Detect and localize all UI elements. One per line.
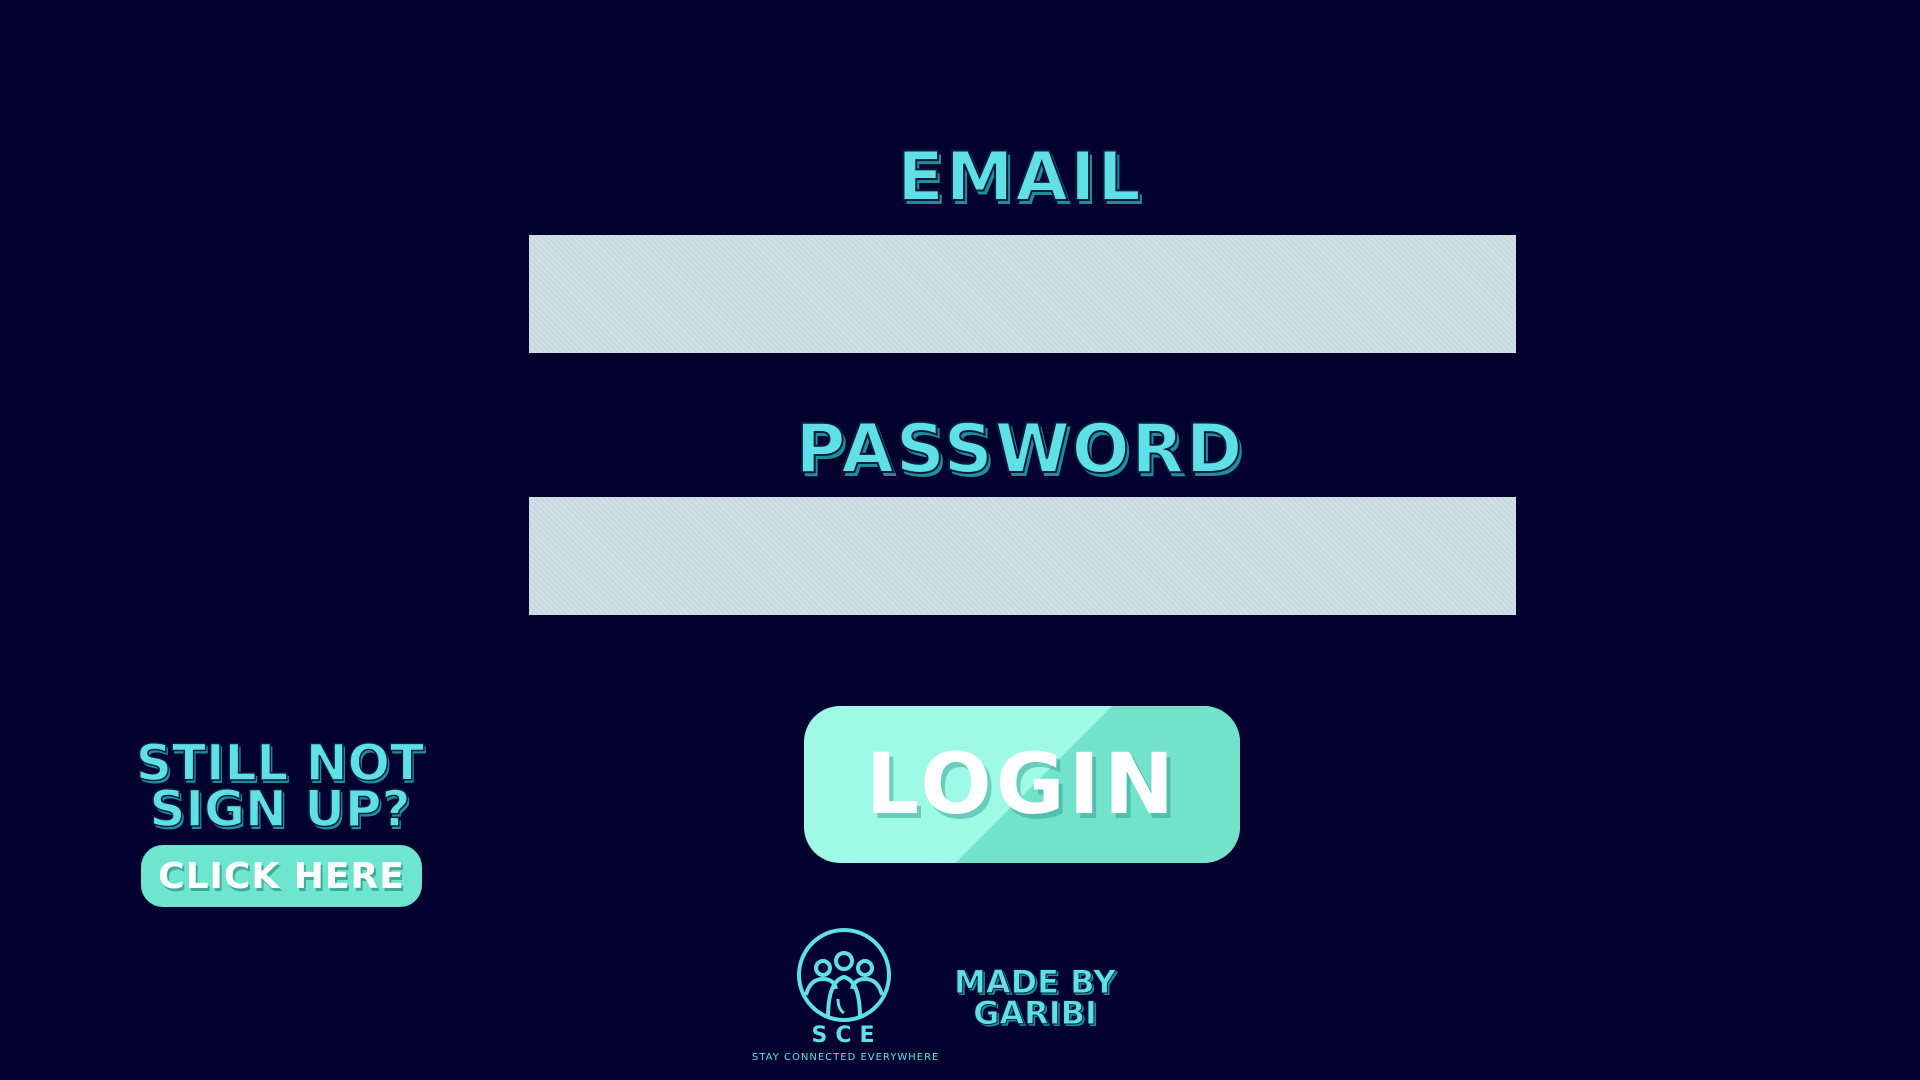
signup-prompt: STILL NOT SIGN UP? <box>135 734 425 838</box>
login-button[interactable]: LOGIN <box>804 706 1240 863</box>
login-button-label: LOGIN <box>865 735 1179 833</box>
email-label: EMAIL <box>896 137 1143 218</box>
logo-text: SCE <box>811 1023 883 1048</box>
logo-tagline: STAY CONNECTED EVERYWHERE <box>752 1052 940 1063</box>
password-field[interactable] <box>529 497 1516 615</box>
login-screen: EMAIL PASSWORD LOGIN STILL NOT SIGN UP? … <box>0 0 1920 1080</box>
password-label: PASSWORD <box>795 409 1245 490</box>
sce-logo: SCE STAY CONNECTED EVERYWHERE <box>752 925 940 1063</box>
made-by-credit: MADE BY GARIBI <box>954 963 1117 1032</box>
people-circle-icon <box>797 928 891 1022</box>
email-field[interactable] <box>529 235 1516 353</box>
signup-click-here-button[interactable]: CLICK HERE <box>141 845 422 907</box>
